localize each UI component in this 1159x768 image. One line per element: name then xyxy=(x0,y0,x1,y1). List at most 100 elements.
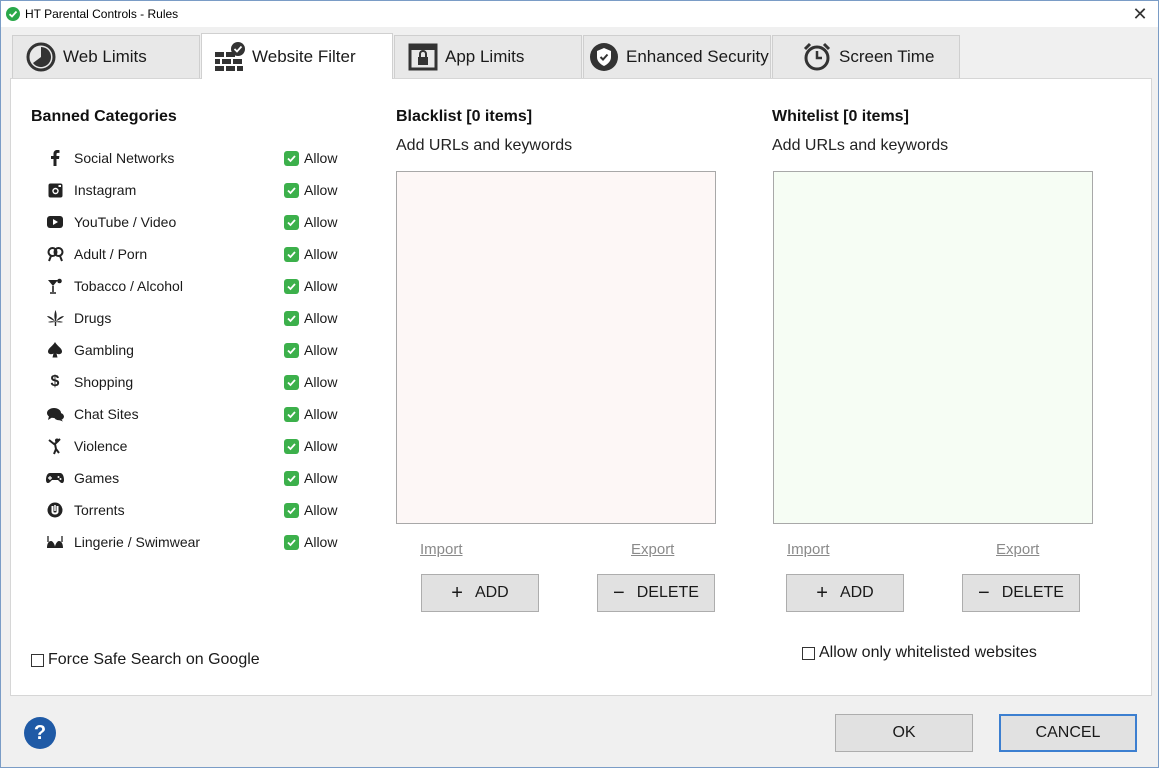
checkbox-label: Force Safe Search on Google xyxy=(48,651,260,668)
checkbox-box[interactable] xyxy=(802,646,815,660)
category-label: Adult / Porn xyxy=(74,246,148,262)
facebook-icon xyxy=(46,149,64,167)
only-whitelisted-checkbox[interactable]: Allow only whitelisted websites xyxy=(802,644,1037,662)
blacklist-add-button[interactable]: + ADD xyxy=(421,574,539,612)
check-icon xyxy=(284,246,299,262)
check-icon xyxy=(284,502,299,518)
help-button[interactable]: ? xyxy=(24,717,56,749)
check-icon xyxy=(284,214,299,230)
allow-toggle[interactable]: Allow xyxy=(284,150,337,166)
category-row-chat-sites[interactable]: Chat Sites Allow xyxy=(38,398,368,430)
category-row-youtube[interactable]: YouTube / Video Allow xyxy=(38,206,368,238)
adult-icon xyxy=(46,245,64,263)
category-label: Torrents xyxy=(74,502,125,518)
whitelist-add-button[interactable]: + ADD xyxy=(786,574,904,612)
plus-icon: + xyxy=(451,582,463,604)
question-mark-icon: ? xyxy=(33,722,47,744)
category-label: Instagram xyxy=(74,182,137,198)
button-label: ADD xyxy=(474,584,509,601)
allow-toggle[interactable]: Allow xyxy=(284,502,337,518)
tab-screen-time[interactable]: Screen Time xyxy=(772,35,960,78)
shield-check-icon xyxy=(588,41,620,73)
category-row-gambling[interactable]: Gambling Allow xyxy=(38,334,368,366)
kick-figure-icon xyxy=(46,437,64,455)
allow-label: Allow xyxy=(304,150,338,166)
allow-toggle[interactable]: Allow xyxy=(284,182,337,198)
whitelist-listbox[interactable] xyxy=(773,171,1093,524)
category-row-instagram[interactable]: Instagram Allow xyxy=(38,174,368,206)
check-icon xyxy=(284,182,299,198)
category-row-games[interactable]: Games Allow xyxy=(38,462,368,494)
category-row-adult[interactable]: Adult / Porn Allow xyxy=(38,238,368,270)
check-icon xyxy=(284,374,299,390)
instagram-icon xyxy=(46,181,64,199)
blacklist-import-link[interactable]: Import xyxy=(420,541,463,558)
close-icon[interactable]: ✕ xyxy=(1130,4,1150,24)
whitelist-delete-button[interactable]: − DELETE xyxy=(962,574,1080,612)
chat-bubbles-icon xyxy=(46,405,64,423)
tab-website-filter[interactable]: Website Filter xyxy=(201,33,393,79)
cancel-button[interactable]: CANCEL xyxy=(999,714,1137,752)
tab-app-limits[interactable]: App Limits xyxy=(394,35,582,78)
category-label: Games xyxy=(74,470,120,486)
window-title: HT Parental Controls - Rules xyxy=(25,7,179,21)
whitelist-export-link[interactable]: Export xyxy=(996,541,1039,558)
tab-label: Enhanced Security xyxy=(626,47,769,66)
tab-label: Web Limits xyxy=(63,47,147,66)
whitelist-title: Whitelist [0 items] xyxy=(772,108,909,125)
tab-label: App Limits xyxy=(445,47,525,66)
allow-toggle[interactable]: Allow xyxy=(284,310,337,326)
youtube-icon xyxy=(46,213,64,231)
allow-label: Allow xyxy=(304,310,338,326)
button-label: DELETE xyxy=(1001,584,1064,601)
dialog-window: HT Parental Controls - Rules ✕ Web Limit… xyxy=(0,0,1159,768)
minus-icon: − xyxy=(613,582,625,604)
check-icon xyxy=(284,278,299,294)
category-row-drugs[interactable]: Drugs Allow xyxy=(38,302,368,334)
allow-label: Allow xyxy=(304,182,338,198)
allow-label: Allow xyxy=(304,214,338,230)
check-icon xyxy=(284,406,299,422)
allow-toggle[interactable]: Allow xyxy=(284,438,337,454)
allow-toggle[interactable]: Allow xyxy=(284,342,337,358)
category-row-social-networks[interactable]: Social Networks Allow xyxy=(38,142,368,174)
blacklist-export-link[interactable]: Export xyxy=(631,541,674,558)
category-label: Shopping xyxy=(74,374,134,390)
category-row-violence[interactable]: Violence Allow xyxy=(38,430,368,462)
plus-icon: + xyxy=(816,582,828,604)
tab-label: Screen Time xyxy=(839,47,935,66)
category-row-torrents[interactable]: Torrents Allow xyxy=(38,494,368,526)
allow-toggle[interactable]: Allow xyxy=(284,470,337,486)
title-bar: HT Parental Controls - Rules ✕ xyxy=(1,1,1158,27)
ok-button[interactable]: OK xyxy=(835,714,973,752)
allow-toggle[interactable]: Allow xyxy=(284,278,337,294)
category-row-shopping[interactable]: $ Shopping Allow xyxy=(38,366,368,398)
gamepad-icon xyxy=(46,469,64,487)
tab-web-limits[interactable]: Web Limits xyxy=(12,35,200,78)
whitelist-subtitle: Add URLs and keywords xyxy=(772,137,949,154)
category-row-tobacco-alcohol[interactable]: Tobacco / Alcohol Allow xyxy=(38,270,368,302)
check-icon xyxy=(284,438,299,454)
blacklist-delete-button[interactable]: − DELETE xyxy=(597,574,715,612)
allow-toggle[interactable]: Allow xyxy=(284,214,337,230)
category-label: Violence xyxy=(74,438,128,454)
category-label: YouTube / Video xyxy=(74,214,177,230)
checkbox-box[interactable] xyxy=(31,653,44,667)
blacklist-listbox[interactable] xyxy=(396,171,716,524)
allow-label: Allow xyxy=(304,438,338,454)
allow-label: Allow xyxy=(304,278,338,294)
allow-toggle[interactable]: Allow xyxy=(284,246,337,262)
whitelist-import-link[interactable]: Import xyxy=(787,541,830,558)
check-icon xyxy=(284,534,299,550)
spade-icon xyxy=(46,341,64,359)
pie-clock-icon xyxy=(25,41,57,73)
category-row-lingerie[interactable]: Lingerie / Swimwear Allow xyxy=(38,526,368,558)
cannabis-leaf-icon xyxy=(46,309,64,327)
button-label: DELETE xyxy=(636,584,699,601)
tab-enhanced-security[interactable]: Enhanced Security xyxy=(583,35,771,78)
allow-toggle[interactable]: Allow xyxy=(284,534,337,550)
allow-toggle[interactable]: Allow xyxy=(284,406,337,422)
force-safe-search-checkbox[interactable]: Force Safe Search on Google xyxy=(31,651,260,669)
allow-toggle[interactable]: Allow xyxy=(284,374,337,390)
allow-label: Allow xyxy=(304,342,338,358)
